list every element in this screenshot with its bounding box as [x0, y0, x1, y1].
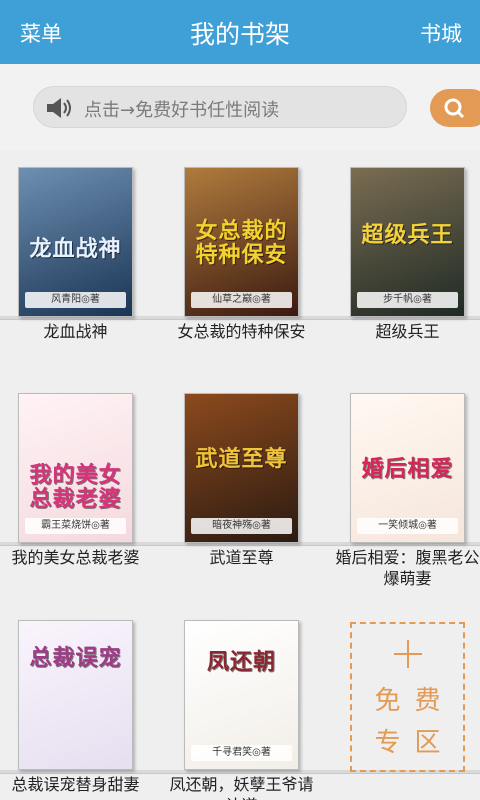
book-title[interactable]: 婚后相爱：腹黑老公爆萌妻	[330, 547, 480, 589]
book-title[interactable]: 总裁误宠替身甜妻	[0, 774, 153, 795]
speaker-icon	[47, 98, 71, 118]
bookshelf-grid: 龙血战神 风青阳◎著 龙血战神 女总裁的特种保安 仙草之巅◎著 女总裁的特种保安 超级兵王步…	[0, 150, 480, 800]
book-cover[interactable]: 超级兵王步千帆◎著	[350, 167, 465, 317]
book-title[interactable]: 我的美女总裁老婆	[0, 547, 153, 568]
cover-author: 暗夜神殇◎著	[191, 518, 292, 534]
search-placeholder: 点击→免费好书任性阅读	[84, 100, 280, 121]
book-cover[interactable]: 我的美女总裁老婆霸王菜烧饼◎著	[18, 393, 133, 543]
free-zone-label: 专区	[374, 728, 455, 758]
book-cover[interactable]: 总裁误宠	[18, 620, 133, 770]
book-cover[interactable]: 女总裁的特种保安仙草之巅◎著	[184, 167, 299, 317]
free-zone-label: 免费	[374, 686, 455, 716]
page-title: 我的书架	[189, 20, 290, 49]
search-icon	[444, 98, 465, 119]
cover-author: 步千帆◎著	[357, 292, 458, 308]
book-title[interactable]: 超级兵王	[330, 321, 480, 342]
book-cover[interactable]: 龙血战神风青阳◎著	[18, 167, 133, 317]
cover-title: 超级兵王	[361, 223, 454, 248]
cover-author: 霸王菜烧饼◎著	[25, 518, 126, 534]
cover-title: 凤还朝	[206, 650, 276, 675]
book-title[interactable]: 武道至尊	[164, 547, 319, 568]
cover-title: 女总裁的特种保安	[195, 219, 288, 268]
book-title[interactable]: 女总裁的特种保安	[164, 321, 319, 342]
cover-title: 婚后相爱	[361, 457, 454, 482]
cover-title: 武道至尊	[195, 447, 288, 472]
cover-author: 仙草之巅◎著	[191, 292, 292, 308]
book-title[interactable]: 凤还朝，妖孽王爷请让道	[164, 774, 319, 800]
bookstore-button[interactable]: 书城	[420, 18, 462, 48]
cover-author: 千寻君笑◎著	[191, 745, 292, 761]
book-cover[interactable]: 武道至尊暗夜神殇◎著	[184, 393, 299, 543]
search-button[interactable]	[430, 89, 480, 127]
book-title[interactable]: 龙血战神	[0, 321, 153, 342]
top-app-bar: 菜单 我的书架 书城	[0, 0, 480, 64]
search-input[interactable]: 点击→免费好书任性阅读	[33, 86, 407, 128]
plus-icon	[394, 640, 422, 668]
cover-author: 一笑倾城◎著	[357, 518, 458, 534]
book-cover[interactable]: 婚后相爱一笑倾城◎著	[350, 393, 465, 543]
free-zone-button[interactable]: 免费 专区	[350, 622, 465, 772]
cover-title: 总裁误宠	[29, 646, 122, 671]
search-row: 点击→免费好书任性阅读	[0, 64, 480, 150]
cover-title: 龙血战神	[29, 237, 122, 262]
cover-title: 我的美女总裁老婆	[29, 463, 122, 512]
book-cover[interactable]: 凤还朝千寻君笑◎著	[184, 620, 299, 770]
cover-author: 风青阳◎著	[25, 292, 126, 308]
